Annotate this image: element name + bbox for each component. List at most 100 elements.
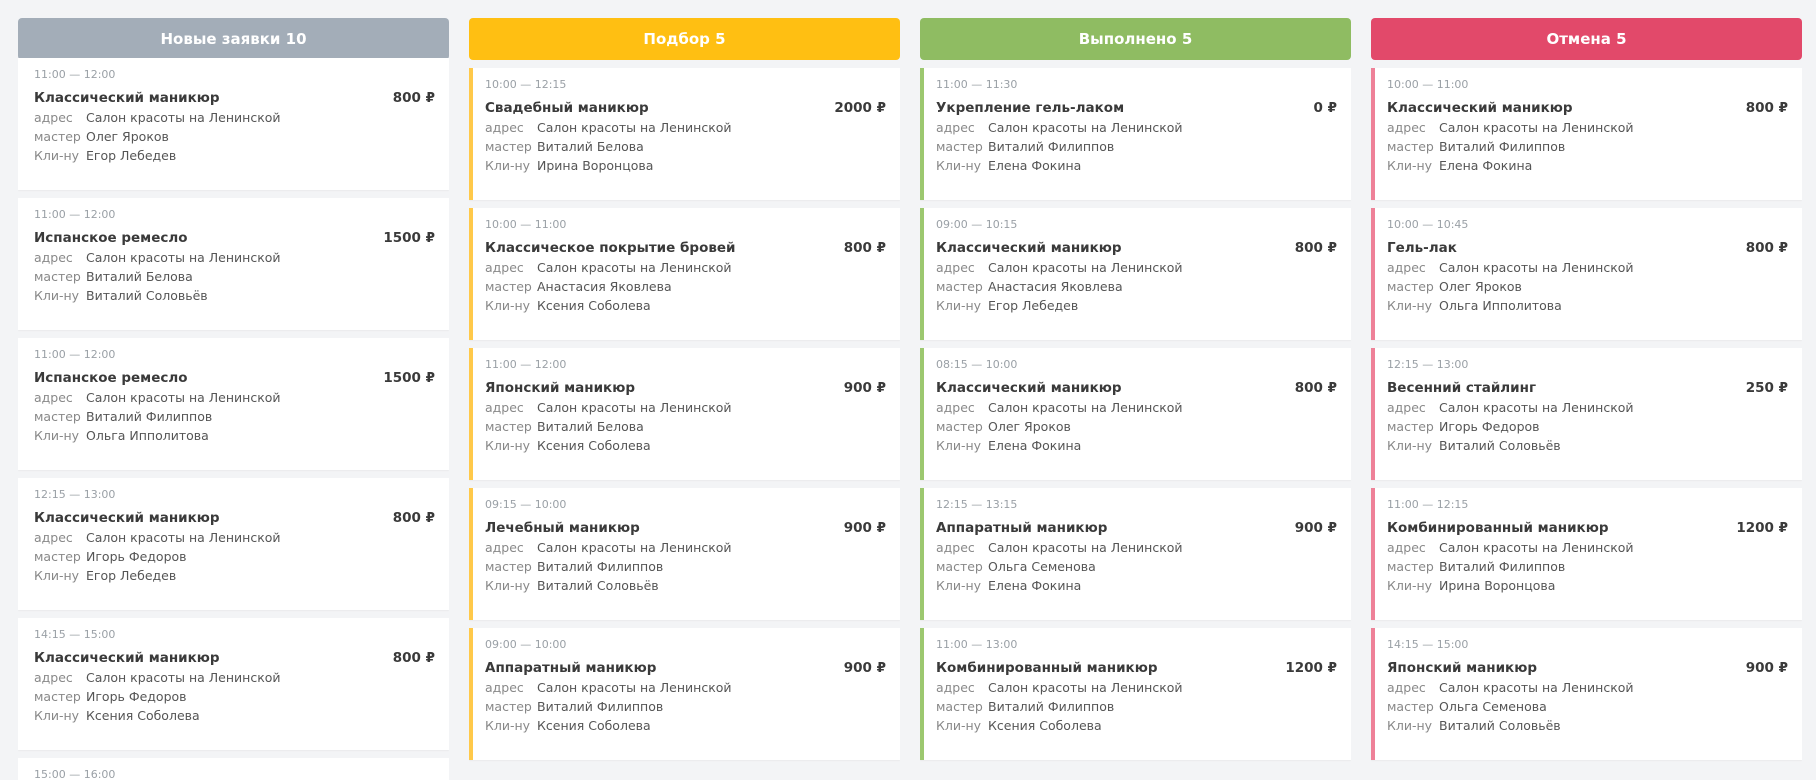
card-client-value: Егор Лебедев (988, 298, 1079, 313)
appointment-card[interactable]: 11:00 — 12:00 Японский маникюр 900 ₽ адрес С… (469, 348, 900, 480)
appointment-card[interactable]: 10:00 — 11:00 Классическое покрытие брове… (469, 208, 900, 340)
appointment-card[interactable]: 12:15 — 13:00 Весенний стайлинг 250 ₽ адрес… (1371, 348, 1802, 480)
appointment-card[interactable]: 09:00 — 10:00 Аппаратный маникюр 900 ₽ адре… (469, 628, 900, 760)
card-client-value: Ирина Воронцова (1439, 578, 1556, 593)
card-master-value: Виталий Белова (86, 269, 193, 284)
column-header[interactable]: Новые заявки 10 (18, 18, 449, 60)
card-master-label: мастер (936, 279, 983, 294)
card-client-label: Кли-ну (1387, 298, 1433, 313)
card-master-value: Виталий Филиппов (537, 559, 664, 574)
appointment-card[interactable]: 09:00 — 10:15 Классический маникюр 800 ₽ ад… (920, 208, 1351, 340)
card-client: Кли-ну Виталий Соловьёв (1387, 438, 1788, 453)
appointment-card[interactable]: 14:15 — 15:00 Японский маникюр 900 ₽ адрес С… (1371, 628, 1802, 760)
appointment-card[interactable]: 10:00 — 11:00 Классический маникюр 800 ₽ ад… (1371, 68, 1802, 200)
card-address: адрес Салон красоты на Ленинской (34, 530, 435, 545)
card-address: адрес Салон красоты на Ленинской (485, 120, 886, 135)
card-time: 11:00 — 13:00 (936, 638, 1018, 651)
card-price: 800 ₽ (1294, 240, 1337, 256)
card-client-label: Кли-ну (936, 158, 982, 173)
card-address: адрес Салон красоты на Ленинской (485, 260, 886, 275)
card-client-label: Кли-ну (34, 568, 80, 583)
card-master-value: Игорь Федоров (1439, 419, 1540, 434)
card-client: Кли-ну Ирина Воронцова (1387, 578, 1788, 593)
appointment-card[interactable]: 10:00 — 10:45 Гель-лак 800 ₽ адрес Салон кра… (1371, 208, 1802, 340)
card-master-label: мастер (1387, 559, 1434, 574)
appointment-card[interactable]: 10:00 — 12:15 Свадебный маникюр 2000 ₽ адре… (469, 68, 900, 200)
appointment-card[interactable]: 08:15 — 10:00 Классический маникюр 800 ₽ ад… (920, 348, 1351, 480)
card-address-label: адрес (485, 260, 524, 275)
appointment-card[interactable]: 14:15 — 15:00 Классический маникюр 800 ₽ ад… (18, 618, 449, 750)
card-client-value: Виталий Соловьёв (537, 578, 659, 593)
card-address-value: Салон красоты на Ленинской (988, 540, 1183, 555)
appointment-card[interactable]: 15:00 — 16:00 (18, 758, 449, 780)
card-master-value: Игорь Федоров (86, 549, 187, 564)
card-address-label: адрес (34, 390, 73, 405)
card-master-label: мастер (936, 559, 983, 574)
card-price: 800 ₽ (1745, 100, 1788, 116)
appointment-card[interactable]: 12:15 — 13:00 Классический маникюр 800 ₽ ад… (18, 478, 449, 610)
card-client-label: Кли-ну (936, 438, 982, 453)
column-header[interactable]: Выполнено 5 (920, 18, 1351, 60)
card-client: Кли-ну Виталий Соловьёв (1387, 718, 1788, 733)
card-master: мастер Игорь Федоров (1387, 419, 1788, 434)
card-service-title: Испанское ремесло (34, 230, 188, 246)
card-client-value: Ксения Соболева (988, 718, 1102, 733)
appointment-card[interactable]: 12:15 — 13:15 Аппаратный маникюр 900 ₽ адре… (920, 488, 1351, 620)
card-master-value: Игорь Федоров (86, 689, 187, 704)
card-service-title: Аппаратный маникюр (936, 520, 1108, 536)
card-client: Кли-ну Ксения Соболева (34, 708, 435, 723)
card-time: 14:15 — 15:00 (34, 628, 116, 641)
column-card-list[interactable]: 11:00 — 12:00 Классический маникюр 800 ₽ ад… (18, 58, 449, 780)
card-service-title: Гель-лак (1387, 240, 1457, 256)
card-address-value: Салон красоты на Ленинской (1439, 540, 1634, 555)
card-client-value: Ксения Соболева (537, 718, 651, 733)
card-master-label: мастер (936, 419, 983, 434)
card-master-value: Виталий Филиппов (537, 699, 664, 714)
card-address-label: адрес (1387, 260, 1426, 275)
card-address: адрес Салон красоты на Ленинской (485, 680, 886, 695)
card-price: 2000 ₽ (834, 100, 886, 116)
card-service-title: Лечебный маникюр (485, 520, 640, 536)
appointment-card[interactable]: 11:00 — 12:00 Испанское ремесло 1500 ₽ адре… (18, 198, 449, 330)
column-card-list[interactable]: 10:00 — 12:15 Свадебный маникюр 2000 ₽ адре… (469, 68, 900, 780)
card-address-value: Салон красоты на Ленинской (1439, 400, 1634, 415)
column-card-list[interactable]: 11:00 — 11:30 Укрепление гель-лаком 0 ₽ адр… (920, 68, 1351, 780)
card-address-value: Салон красоты на Ленинской (988, 120, 1183, 135)
card-time: 11:00 — 12:00 (34, 348, 116, 361)
card-client-value: Виталий Соловьёв (1439, 718, 1561, 733)
card-client-label: Кли-ну (485, 718, 531, 733)
card-address-label: адрес (34, 670, 73, 685)
card-price: 1500 ₽ (383, 370, 435, 386)
appointment-card[interactable]: 11:00 — 12:15 Комбинированный маникюр 1200… (1371, 488, 1802, 620)
appointment-card[interactable]: 11:00 — 13:00 Комбинированный маникюр 1200… (920, 628, 1351, 760)
card-address-value: Салон красоты на Ленинской (537, 260, 732, 275)
card-master: мастер Анастасия Яковлева (485, 279, 886, 294)
card-client: Кли-ну Елена Фокина (936, 578, 1337, 593)
card-price: 800 ₽ (843, 240, 886, 256)
card-address-label: адрес (1387, 400, 1426, 415)
card-client: Кли-ну Елена Фокина (936, 158, 1337, 173)
appointment-card[interactable]: 09:15 — 10:00 Лечебный маникюр 900 ₽ адрес С… (469, 488, 900, 620)
card-client-label: Кли-ну (1387, 578, 1433, 593)
column-card-list[interactable]: 10:00 — 11:00 Классический маникюр 800 ₽ ад… (1371, 68, 1802, 780)
card-client: Кли-ну Ольга Ипполитова (34, 428, 435, 443)
column-header[interactable]: Отмена 5 (1371, 18, 1802, 60)
card-address: адрес Салон красоты на Ленинской (936, 120, 1337, 135)
card-price: 900 ₽ (843, 380, 886, 396)
column-header[interactable]: Подбор 5 (469, 18, 900, 60)
appointment-card[interactable]: 11:00 — 11:30 Укрепление гель-лаком 0 ₽ адр… (920, 68, 1351, 200)
card-address: адрес Салон красоты на Ленинской (936, 680, 1337, 695)
card-client-label: Кли-ну (1387, 438, 1433, 453)
appointment-card[interactable]: 11:00 — 12:00 Испанское ремесло 1500 ₽ адре… (18, 338, 449, 470)
card-service-title: Классическое покрытие бровей (485, 240, 736, 256)
card-address-label: адрес (34, 110, 73, 125)
card-time: 08:15 — 10:00 (936, 358, 1018, 371)
appointment-card[interactable]: 11:00 — 12:00 Классический маникюр 800 ₽ ад… (18, 58, 449, 190)
card-address-label: адрес (34, 530, 73, 545)
card-master-value: Виталий Филиппов (988, 139, 1115, 154)
card-price: 1200 ₽ (1736, 520, 1788, 536)
card-master: мастер Виталий Филиппов (485, 559, 886, 574)
card-time: 09:15 — 10:00 (485, 498, 567, 511)
card-address: адрес Салон красоты на Ленинской (936, 260, 1337, 275)
card-time: 11:00 — 12:00 (34, 208, 116, 221)
